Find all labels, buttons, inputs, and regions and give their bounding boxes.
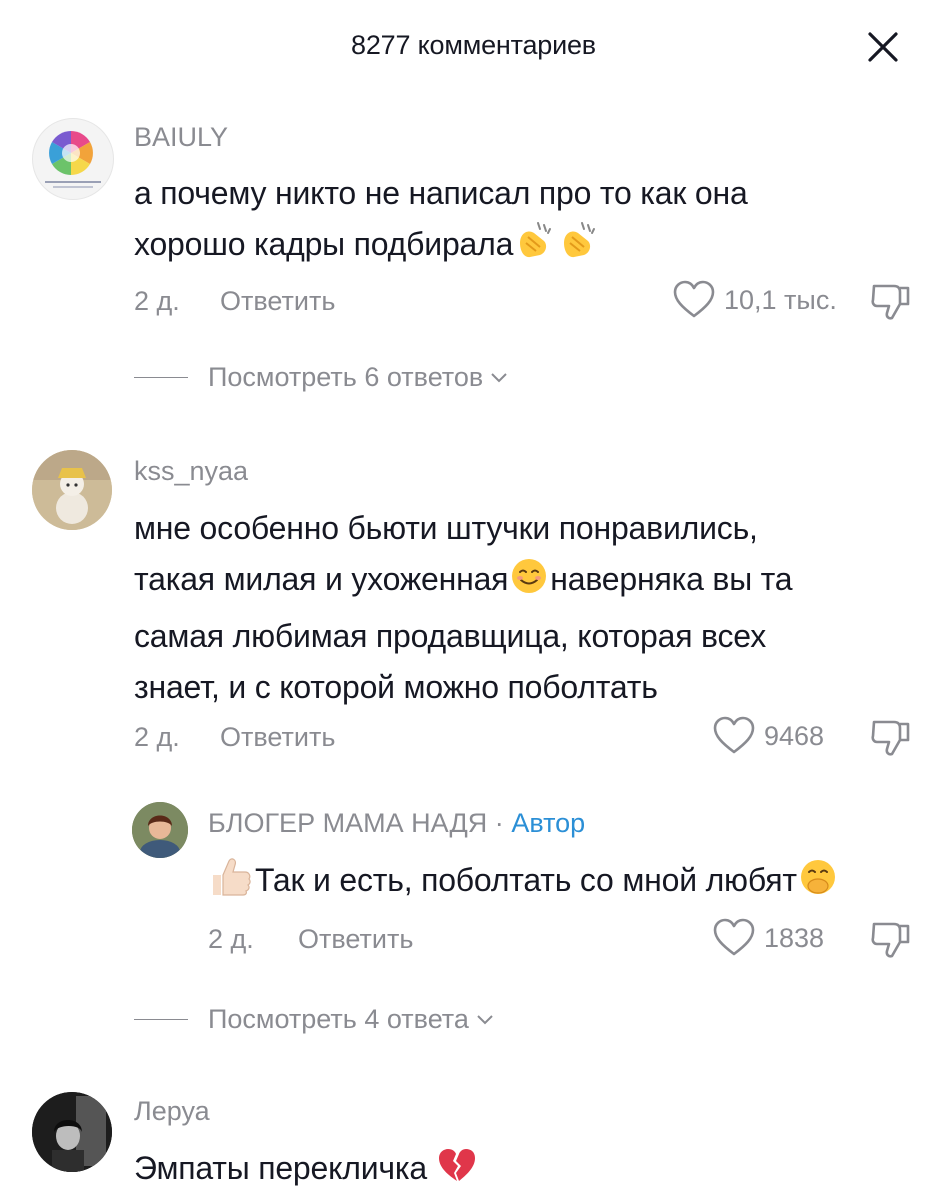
like-button[interactable]: 9468 <box>712 716 824 756</box>
reply-username[interactable]: БЛОГЕР МАМА НАДЯ <box>208 808 487 838</box>
close-button[interactable] <box>860 24 906 70</box>
author-badge: Автор <box>511 808 586 838</box>
view-replies-button[interactable]: Посмотреть 4 ответа <box>134 1004 495 1035</box>
chevron-down-icon <box>477 1014 493 1024</box>
comment-text: мне особенно бьюти штучки понравились, т… <box>134 510 793 705</box>
avatar[interactable] <box>32 118 114 200</box>
comment-username[interactable]: kss_nyaa <box>134 456 248 487</box>
reply-button[interactable]: Ответить <box>298 924 413 955</box>
reply-button[interactable]: Ответить <box>220 286 335 317</box>
view-replies-label: Посмотреть 6 ответов <box>208 362 484 392</box>
avatar[interactable] <box>132 802 188 858</box>
heart-outline-icon <box>713 918 755 956</box>
avatar[interactable] <box>32 450 112 530</box>
comment-username[interactable]: Леруа <box>134 1096 210 1127</box>
like-button[interactable]: 10,1 тыс. <box>672 280 837 320</box>
thumbs-down-icon <box>871 922 910 958</box>
broken-heart-emoji <box>437 1147 477 1200</box>
reply-text: Так и есть, поболтать со мной любят <box>208 855 928 912</box>
dislike-button[interactable] <box>868 920 912 965</box>
like-count: 1838 <box>764 922 825 953</box>
comments-count-title: 8277 комментариев <box>351 30 596 60</box>
thumbs-down-icon <box>871 720 910 756</box>
like-button[interactable]: 1838 <box>712 918 824 958</box>
comment-time: 2 д. <box>134 722 180 752</box>
like-count: 9468 <box>764 720 825 751</box>
comments-sheet: 8277 комментариев BAIULY а почему никто … <box>0 0 947 1200</box>
face-with-hand-over-mouth-emoji <box>798 857 838 912</box>
clapping-hands-emoji <box>514 221 556 276</box>
comment-text: а почему никто не написал про то как она… <box>134 168 924 276</box>
reply-time: 2 д. <box>208 924 254 954</box>
clapping-hands-emoji <box>558 221 600 276</box>
thumbs-down-icon <box>871 284 910 320</box>
view-replies-button[interactable]: Посмотреть 6 ответов <box>134 362 509 393</box>
comment-text: Эмпаты перекличка <box>134 1143 924 1200</box>
dislike-button[interactable] <box>868 282 912 327</box>
reply-username-line: БЛОГЕР МАМА НАДЯ · Автор <box>208 808 586 838</box>
heart-outline-icon <box>673 280 715 318</box>
chevron-down-icon <box>491 372 507 382</box>
avatar[interactable] <box>32 1092 112 1172</box>
divider-line <box>134 1019 188 1020</box>
like-count: 10,1 тыс. <box>724 284 837 315</box>
comment-username[interactable]: BAIULY <box>134 122 228 153</box>
view-replies-label: Посмотреть 4 ответа <box>208 1004 469 1034</box>
dislike-button[interactable] <box>868 718 912 763</box>
reply-button[interactable]: Ответить <box>220 722 335 753</box>
divider-line <box>134 377 188 378</box>
close-icon <box>868 32 898 62</box>
smiling-face-emoji <box>509 556 549 611</box>
comments-header: 8277 комментариев <box>0 0 947 92</box>
heart-outline-icon <box>713 716 755 754</box>
thumbs-up-emoji <box>209 855 253 912</box>
comment-time: 2 д. <box>134 286 180 316</box>
